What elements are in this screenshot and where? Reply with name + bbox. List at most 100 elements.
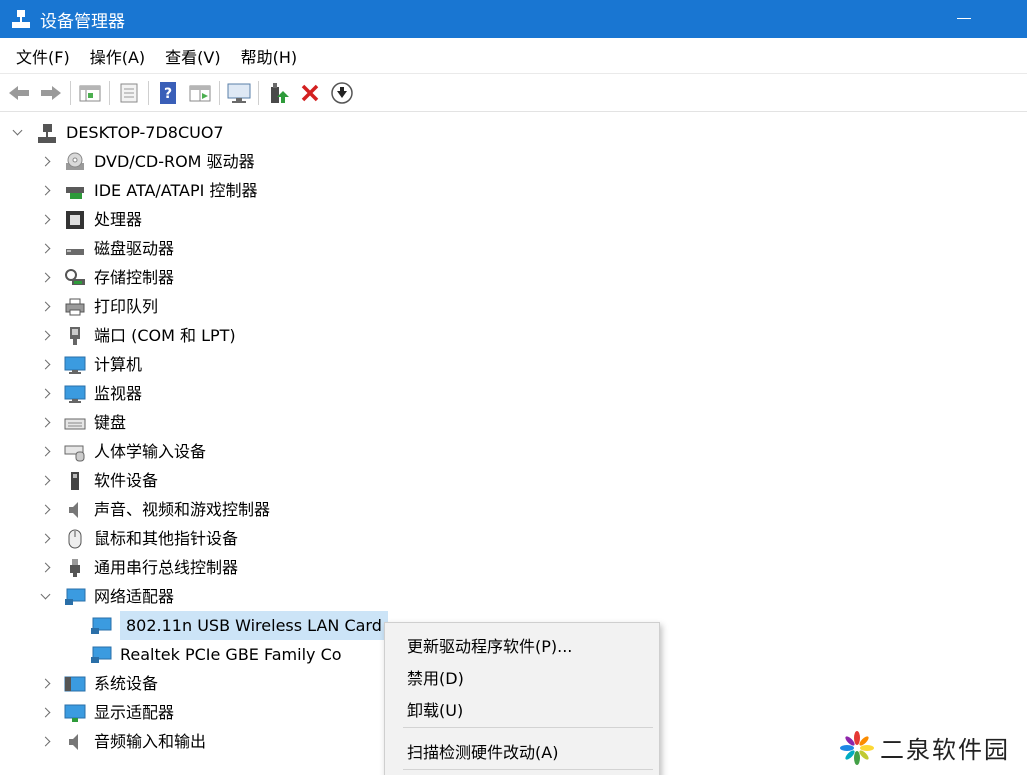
tree-item-display[interactable]: 显示适配器: [40, 698, 174, 727]
menu-uninstall[interactable]: 卸载(U): [407, 697, 463, 721]
menu-separator: [403, 769, 653, 770]
menu-disable[interactable]: 禁用(D): [407, 665, 464, 689]
tree-item-system[interactable]: 系统设备: [40, 669, 158, 698]
toolbar-separator: [219, 80, 220, 105]
tree-item-software[interactable]: 软件设备: [40, 466, 158, 495]
tree-item-disk[interactable]: 磁盘驱动器: [40, 234, 174, 263]
menu-bar: 文件(F) 操作(A) 查看(V) 帮助(H): [0, 38, 1027, 74]
back-arrow-icon[interactable]: [6, 80, 32, 106]
tree-item-hid[interactable]: 人体学输入设备: [40, 437, 206, 466]
tree-item-usb[interactable]: 通用串行总线控制器: [40, 553, 238, 582]
tree-item-label: 键盘: [94, 413, 127, 432]
menu-scan-hardware[interactable]: 扫描检测硬件改动(A): [407, 739, 558, 763]
tree-item-computer[interactable]: 计算机: [40, 350, 142, 379]
download-circle-icon[interactable]: [329, 80, 355, 106]
toolbar-separator: [109, 80, 110, 105]
tree-item-label: 人体学输入设备: [94, 442, 207, 461]
expand-chevron-icon[interactable]: [40, 562, 52, 574]
expand-chevron-icon[interactable]: [40, 533, 52, 545]
tree-item-label: 存储控制器: [94, 268, 175, 287]
expand-chevron-icon[interactable]: [40, 446, 52, 458]
monitor-scan-icon[interactable]: [226, 80, 252, 106]
tree-item-label: 打印队列: [94, 297, 159, 316]
tree-item-keyboard[interactable]: 键盘: [40, 408, 126, 437]
tree-item-label: IDE ATA/ATAPI 控制器: [94, 181, 258, 200]
update-driver-icon[interactable]: [265, 80, 291, 106]
panel-icon[interactable]: [187, 80, 213, 106]
expand-chevron-icon[interactable]: [40, 185, 52, 197]
computer-icon: [64, 355, 86, 375]
root-label: DESKTOP-7D8CUO7: [66, 123, 224, 142]
tree-item-label: 鼠标和其他指针设备: [94, 529, 239, 548]
collapse-chevron-icon[interactable]: [40, 591, 52, 603]
help-icon[interactable]: ?: [155, 80, 181, 106]
minimize-button[interactable]: [957, 18, 971, 19]
tree-item-processor[interactable]: 处理器: [40, 205, 142, 234]
tree-item-label: 计算机: [94, 355, 143, 374]
expand-chevron-icon[interactable]: [40, 736, 52, 748]
expand-chevron-icon[interactable]: [40, 156, 52, 168]
window-title: 设备管理器: [40, 11, 125, 32]
storage-controller-icon: [64, 268, 86, 288]
mouse-icon: [64, 529, 86, 549]
tree-item-realtek[interactable]: Realtek PCIe GBE Family Co: [90, 640, 342, 669]
expand-chevron-icon[interactable]: [40, 388, 52, 400]
menu-file[interactable]: 文件(F): [8, 44, 78, 68]
tree-item-label: 监视器: [94, 384, 143, 403]
expand-chevron-icon[interactable]: [40, 301, 52, 313]
collapse-chevron-icon[interactable]: [12, 127, 24, 139]
properties-grid-icon[interactable]: [77, 80, 103, 106]
toolbar-separator: [148, 80, 149, 105]
tree-item-port[interactable]: 端口 (COM 和 LPT): [40, 321, 236, 350]
tree-item-label: 通用串行总线控制器: [94, 558, 239, 577]
tree-item-ide[interactable]: IDE ATA/ATAPI 控制器: [40, 176, 257, 205]
svg-text:?: ?: [164, 86, 172, 102]
forward-arrow-icon[interactable]: [38, 80, 64, 106]
tree-item-label: 网络适配器: [94, 587, 175, 606]
expand-chevron-icon[interactable]: [40, 707, 52, 719]
tree-item-network[interactable]: 网络适配器: [40, 582, 174, 611]
expand-chevron-icon[interactable]: [40, 504, 52, 516]
tree-item-sound[interactable]: 声音、视频和游戏控制器: [40, 495, 270, 524]
menu-update-driver[interactable]: 更新驱动程序软件(P)...: [407, 633, 572, 657]
expand-chevron-icon[interactable]: [40, 243, 52, 255]
uninstall-x-icon[interactable]: [297, 80, 323, 106]
tree-item-label: 802.11n USB Wireless LAN Card: [120, 611, 388, 640]
tree-item-label: 声音、视频和游戏控制器: [94, 500, 271, 519]
tree-item-dvd[interactable]: DVD/CD-ROM 驱动器: [40, 147, 255, 176]
tree-item-printer[interactable]: 打印队列: [40, 292, 158, 321]
expand-chevron-icon[interactable]: [40, 475, 52, 487]
title-bar: 设备管理器: [0, 0, 1027, 38]
expand-chevron-icon[interactable]: [40, 214, 52, 226]
menu-view[interactable]: 查看(V): [157, 44, 228, 68]
network-adapter-icon: [90, 645, 112, 665]
tree-item-wireless-lan[interactable]: 802.11n USB Wireless LAN Card: [90, 611, 388, 640]
flower-logo-icon: [840, 730, 874, 765]
tree-item-label: 软件设备: [94, 471, 159, 490]
tree-item-mouse[interactable]: 鼠标和其他指针设备: [40, 524, 238, 553]
tree-item-storage[interactable]: 存储控制器: [40, 263, 174, 292]
menu-help[interactable]: 帮助(H): [233, 44, 306, 68]
expand-chevron-icon[interactable]: [40, 678, 52, 690]
toolbar-separator: [258, 80, 259, 105]
tree-item-label: 显示适配器: [94, 703, 175, 722]
tree-item-label: 系统设备: [94, 674, 159, 693]
expand-chevron-icon[interactable]: [40, 359, 52, 371]
menu-action[interactable]: 操作(A): [82, 44, 153, 68]
expand-chevron-icon[interactable]: [40, 417, 52, 429]
toolbar: ?: [0, 74, 1027, 112]
expand-chevron-icon[interactable]: [40, 330, 52, 342]
tree-item-label: DVD/CD-ROM 驱动器: [94, 152, 255, 171]
network-adapter-icon: [90, 616, 112, 636]
printer-icon: [64, 297, 86, 317]
page-icon[interactable]: [116, 80, 142, 106]
tree-item-monitor[interactable]: 监视器: [40, 379, 142, 408]
keyboard-icon: [64, 413, 86, 433]
tree-item-label: 端口 (COM 和 LPT): [94, 326, 236, 345]
expand-chevron-icon[interactable]: [40, 272, 52, 284]
speaker-icon: [64, 500, 86, 520]
tree-root[interactable]: DESKTOP-7D8CUO7: [12, 118, 224, 147]
tree-item-audio-io[interactable]: 音频输入和输出: [40, 727, 206, 756]
disk-drive-icon: [64, 239, 86, 259]
dvd-drive-icon: [64, 152, 86, 172]
